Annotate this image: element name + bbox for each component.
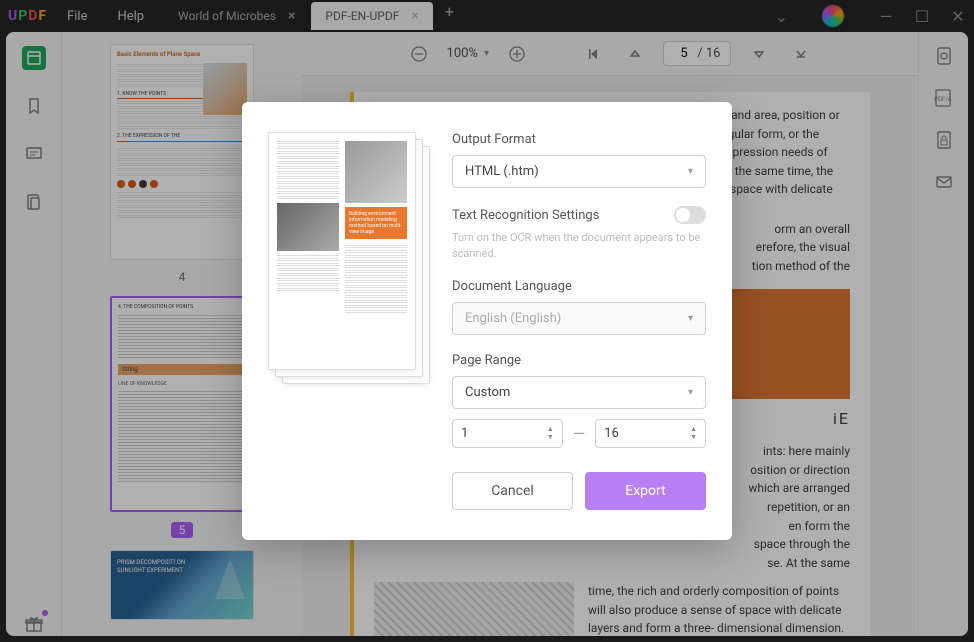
export-modal: Building environment information modelin… — [242, 102, 732, 540]
ocr-toggle[interactable] — [674, 206, 706, 224]
range-separator: — — [573, 424, 586, 443]
modal-form: Output Format HTML (.htm) ▾ Text Recogni… — [452, 132, 706, 510]
chevron-down-icon: ▾ — [688, 166, 693, 177]
modal-overlay: Building environment information modelin… — [0, 0, 974, 642]
language-select[interactable]: English (English) ▾ — [452, 302, 706, 335]
preview-banner: Building environment information modelin… — [345, 207, 407, 239]
page-range-select[interactable]: Custom ▾ — [452, 376, 706, 409]
page-range-label: Page Range — [452, 353, 706, 368]
spinner-buttons[interactable]: ▲▼ — [690, 426, 697, 441]
ocr-label: Text Recognition Settings — [452, 208, 599, 223]
chevron-down-icon: ▾ — [688, 313, 693, 324]
range-from-input[interactable]: 1 ▲▼ — [452, 419, 563, 448]
language-label: Document Language — [452, 279, 706, 294]
output-format-label: Output Format — [452, 132, 706, 147]
range-to-input[interactable]: 16 ▲▼ — [595, 419, 706, 448]
ocr-hint: Turn on the OCR when the document appear… — [452, 230, 706, 261]
cancel-button[interactable]: Cancel — [452, 472, 573, 510]
spinner-buttons[interactable]: ▲▼ — [547, 426, 554, 441]
chevron-down-icon: ▾ — [688, 387, 693, 398]
modal-preview: Building environment information modelin… — [268, 132, 430, 384]
export-button[interactable]: Export — [585, 472, 706, 510]
output-format-select[interactable]: HTML (.htm) ▾ — [452, 155, 706, 188]
